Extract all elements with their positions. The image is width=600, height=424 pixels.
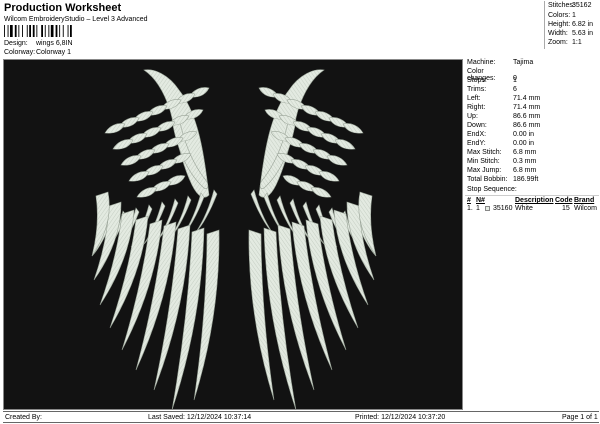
colorway-info: Colorway:Colorway 1 — [4, 49, 71, 56]
machine-value: 6.8 mm — [513, 167, 537, 174]
col-needle: N# — [476, 197, 485, 204]
down-row: Down: 86.6 mm — [467, 122, 599, 131]
row-needle: 1 — [476, 205, 480, 212]
design-label: Design: — [4, 40, 28, 47]
footer: Created By: Last Saved: 12/12/2024 10:37… — [3, 411, 599, 423]
machine-label: Trims: — [467, 86, 487, 93]
right-wing — [248, 69, 377, 409]
col-brand: Brand — [574, 197, 595, 204]
design-preview — [3, 59, 463, 410]
machine-value: 71.4 mm — [513, 95, 541, 102]
stat-colors: Colors: 1 — [548, 12, 600, 19]
stop-sequence-title: Stop Sequence: — [467, 186, 517, 193]
machine-value: 0.3 mm — [513, 158, 537, 165]
max-stitch-row: Max Stitch: 6.8 mm — [467, 149, 599, 158]
endx-row: EndX: 0.00 in — [467, 131, 599, 140]
col-number: # — [467, 197, 471, 204]
barcode — [4, 25, 72, 37]
left-wing — [91, 69, 220, 409]
left-row: Left: 71.4 mm — [467, 95, 599, 104]
machine-label: Machine: — [467, 59, 496, 66]
table-row: 1. 1 35160 White 15 Wilcom — [465, 204, 599, 213]
machine-label: Max Stitch: — [467, 149, 502, 156]
col-code: Code — [555, 197, 573, 204]
stat-label: Stitches: — [548, 2, 575, 9]
trims-row: Trims: 6 — [467, 86, 599, 95]
stat-label: Width: — [548, 30, 568, 37]
machine-label: Total Bobbin: — [467, 176, 508, 183]
row-code: 15 — [562, 205, 570, 212]
total-bobbin-row: Total Bobbin: 186.99ft — [467, 176, 599, 185]
stat-value: 5.63 in — [572, 30, 594, 37]
machine-label: Down: — [467, 122, 487, 129]
design-name: wings 6,8IN — [36, 40, 73, 47]
machine-value: 1 — [513, 77, 517, 84]
endy-row: EndY: 0.00 in — [467, 140, 599, 149]
stat-zoom: Zoom: 1:1 — [548, 39, 600, 46]
up-row: Up: 86.6 mm — [467, 113, 599, 122]
col-description: Description — [515, 197, 554, 204]
stat-height: Height: 6.82 in — [548, 21, 600, 28]
stat-value: 1 — [572, 12, 576, 19]
worksheet-title: Production Worksheet — [4, 2, 122, 14]
stat-stitches: Stitches:35162 — [548, 2, 600, 9]
machine-value: 186.99ft — [513, 176, 539, 183]
machine-value: 71.4 mm — [513, 104, 541, 111]
printed-date: Printed: 12/12/2024 10:37:20 — [355, 414, 446, 421]
wings-embroidery-image — [91, 69, 377, 409]
machine-label: Right: — [467, 104, 486, 111]
last-saved: Last Saved: 12/12/2024 10:37:14 — [148, 414, 252, 421]
stat-value: 1:1 — [572, 39, 582, 46]
stat-label: Zoom: — [548, 39, 568, 46]
machine-label: EndX: — [467, 131, 487, 138]
stats-panel: Stitches:35162 Colors: 1 Height: 6.82 in W… — [544, 1, 599, 49]
stat-width: Width: 5.63 in — [548, 30, 600, 37]
machine-value: 6 — [513, 86, 517, 93]
machine-label: EndY: — [467, 140, 486, 147]
machine-label: Min Stitch: — [467, 158, 500, 165]
stops-row: Stops: 1 — [467, 77, 599, 86]
machine-value: 0.00 in — [513, 140, 535, 147]
machine-value: 86.6 mm — [513, 113, 541, 120]
machine-label: Max Jump: — [467, 167, 502, 174]
machine-value: 6.8 mm — [513, 149, 537, 156]
max-jump-row: Max Jump: 6.8 mm — [467, 167, 599, 176]
machine-value: Tajima — [513, 59, 534, 66]
row-number: 1. — [467, 205, 473, 212]
stat-label: Height: — [548, 21, 571, 28]
machine-label: Left: — [467, 95, 481, 102]
stat-label: Colors: — [548, 12, 571, 19]
colorway-label: Colorway: — [4, 49, 36, 56]
created-by: Created By: — [5, 414, 42, 421]
software-name: Wilcom EmbroideryStudio – Level 3 Advanc… — [4, 16, 148, 23]
stop-sequence-header: # N# Description Code Brand — [465, 195, 599, 204]
color-changes-row: Color changes: 0 — [467, 68, 599, 82]
min-stitch-row: Min Stitch: 0.3 mm — [467, 158, 599, 167]
machine-row: Machine: Tajima — [467, 59, 599, 68]
machine-value: 0.00 in — [513, 131, 535, 138]
row-description: White — [515, 205, 533, 212]
machine-label: Up: — [467, 113, 478, 120]
stat-value: 35162 — [572, 2, 592, 9]
machine-value: 86.6 mm — [513, 122, 541, 129]
color-swatch — [485, 205, 490, 212]
stat-value: 6.82 in — [572, 21, 594, 28]
design-info: Design: wings 6,8IN — [4, 40, 73, 47]
right-row: Right: 71.4 mm — [467, 104, 599, 113]
colorway-name: Colorway 1 — [36, 49, 72, 56]
row-stitches: 35160 — [493, 205, 513, 212]
machine-label: Stops: — [467, 77, 487, 84]
page-number: Page 1 of 1 — [562, 414, 598, 421]
row-brand: Wilcom — [574, 205, 597, 212]
